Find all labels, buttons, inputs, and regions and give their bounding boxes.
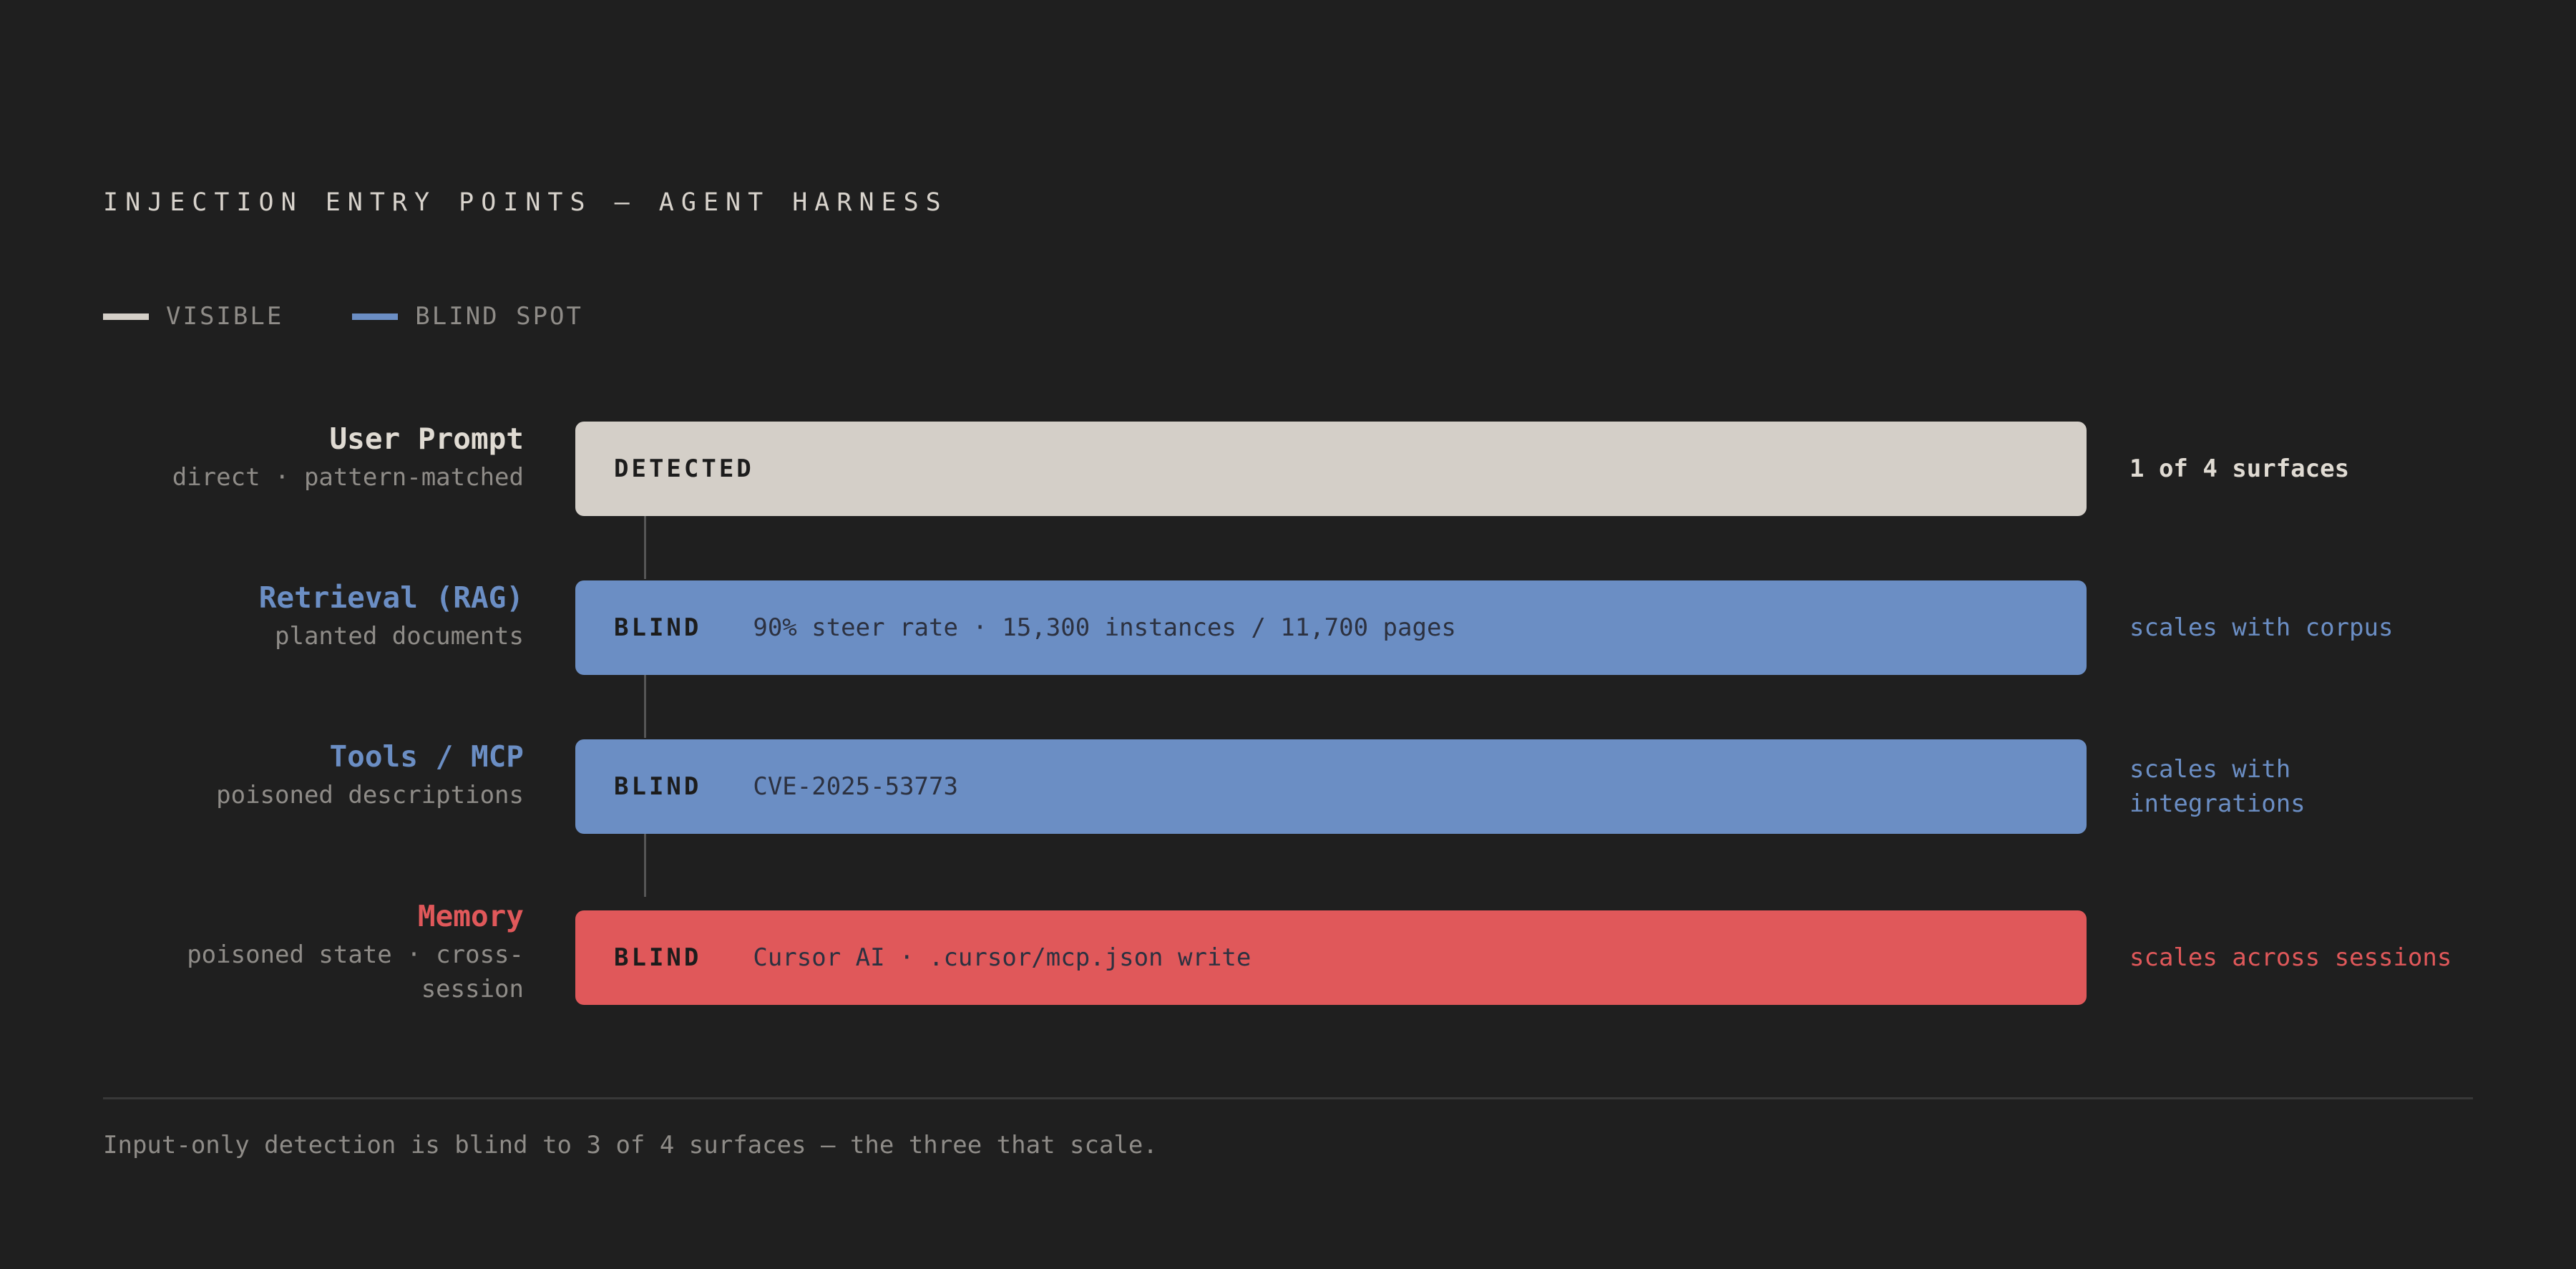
status-detail: 90% steer rate · 15,300 instances / 11,7…	[753, 613, 1456, 642]
surface-row-memory: Memory poisoned state · cross-session BL…	[0, 899, 2576, 1005]
surface-description: poisoned descriptions	[216, 781, 524, 809]
connector-line	[644, 834, 646, 897]
legend-swatch-blind-spot	[352, 313, 399, 320]
scaling-note: scales across sessions	[2129, 943, 2452, 972]
diagram-title: INJECTION ENTRY POINTS — AGENT HARNESS	[103, 188, 948, 217]
divider	[103, 1097, 2473, 1099]
surface-row-tools-mcp: Tools / MCP poisoned descriptions BLIND …	[0, 739, 2576, 834]
surface-description: poisoned state · cross-session	[187, 940, 524, 1003]
surface-label: User Prompt direct · pattern-matched	[123, 417, 524, 495]
surface-name: User Prompt	[329, 422, 524, 456]
scaling-note: 1 of 4 surfaces	[2129, 454, 2350, 483]
status-badge: DETECTED	[614, 454, 754, 483]
surface-description: direct · pattern-matched	[172, 463, 524, 492]
surface-row-retrieval: Retrieval (RAG) planted documents BLIND …	[0, 580, 2576, 675]
surface-description: planted documents	[275, 622, 524, 651]
status-badge: BLIND	[614, 613, 702, 642]
footer-caption: Input-only detection is blind to 3 of 4 …	[103, 1131, 1158, 1159]
status-badge: BLIND	[614, 772, 702, 801]
surface-label: Tools / MCP poisoned descriptions	[123, 735, 524, 812]
legend-label-blind-spot: BLIND SPOT	[415, 302, 583, 331]
status-bar-detected: DETECTED	[575, 422, 2087, 516]
surface-name: Retrieval (RAG)	[258, 580, 524, 615]
connector-line	[644, 516, 646, 579]
legend: VISIBLE BLIND SPOT	[103, 299, 652, 334]
status-bar-blind: BLIND Cursor AI · .cursor/mcp.json write	[575, 910, 2087, 1005]
surface-label: Retrieval (RAG) planted documents	[123, 576, 524, 653]
scaling-note: scales with integrations	[2129, 755, 2306, 818]
legend-label-visible: VISIBLE	[166, 302, 284, 331]
legend-item-visible: VISIBLE	[103, 302, 283, 331]
surface-row-user-prompt: User Prompt direct · pattern-matched DET…	[0, 422, 2576, 516]
legend-item-blind-spot: BLIND SPOT	[352, 302, 583, 331]
surface-name: Tools / MCP	[329, 739, 524, 774]
connector-line	[644, 675, 646, 738]
status-badge: BLIND	[614, 943, 702, 972]
surface-name: Memory	[417, 899, 524, 933]
status-detail: Cursor AI · .cursor/mcp.json write	[753, 943, 1252, 972]
scaling-note: scales with corpus	[2129, 613, 2394, 642]
surface-label: Memory poisoned state · cross-session	[123, 895, 524, 1006]
legend-swatch-visible	[103, 313, 149, 320]
status-bar-blind: BLIND CVE-2025-53773	[575, 739, 2087, 834]
status-detail: CVE-2025-53773	[753, 772, 958, 801]
status-bar-blind: BLIND 90% steer rate · 15,300 instances …	[575, 580, 2087, 675]
